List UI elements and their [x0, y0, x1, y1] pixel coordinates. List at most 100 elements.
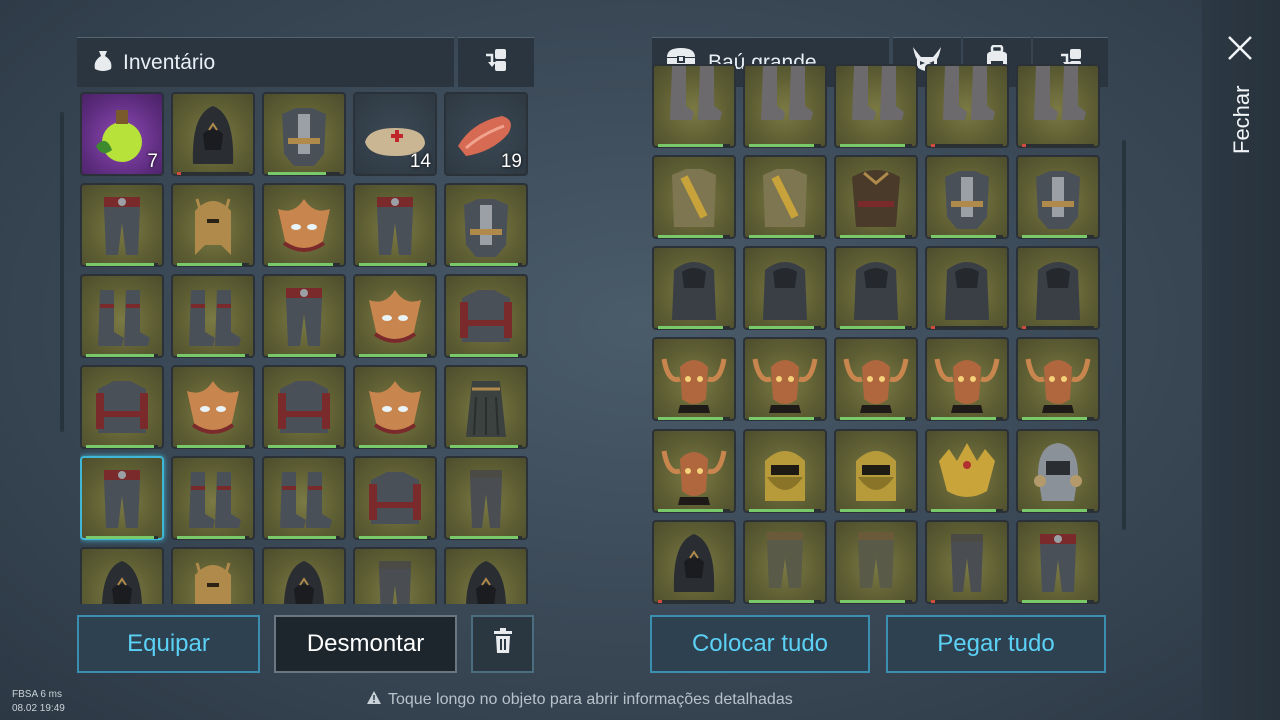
chest-slot[interactable] [743, 64, 827, 148]
chest-slot[interactable] [925, 246, 1009, 331]
put-all-label: Colocar tudo [691, 630, 829, 657]
durability-bar [359, 445, 431, 448]
chest-scrollbar[interactable] [1122, 140, 1126, 530]
chestplate-icon [464, 199, 508, 257]
pants-icon [377, 197, 413, 255]
inventory-slot[interactable] [262, 183, 346, 267]
chest-slot[interactable] [652, 428, 736, 513]
chest-slot[interactable] [834, 519, 918, 604]
chest-slot[interactable] [1016, 337, 1100, 422]
cloak-icon [1036, 262, 1080, 321]
chest-slot[interactable] [834, 428, 918, 513]
chest-slot[interactable] [925, 428, 1009, 513]
hood-icon [102, 561, 142, 604]
inventory-slot[interactable] [80, 274, 164, 358]
inventory-slot[interactable]: 19 [444, 92, 528, 176]
chest-slot[interactable] [1016, 519, 1100, 604]
inventory-slot[interactable] [171, 547, 255, 604]
durability-bar [840, 599, 912, 603]
inventory-slot[interactable] [262, 456, 346, 540]
chest-slot[interactable] [743, 519, 827, 604]
chest-slot[interactable] [743, 428, 827, 513]
chest-slot[interactable] [652, 64, 736, 148]
inventory-slot[interactable] [444, 183, 528, 267]
inventory-slot[interactable] [444, 274, 528, 358]
chest-slot[interactable] [925, 337, 1009, 422]
inventory-title: Inventário [123, 50, 216, 74]
durability-bar [1022, 599, 1094, 603]
chest-slot[interactable] [925, 519, 1009, 604]
chest-slot[interactable] [652, 519, 736, 604]
chest-slot[interactable] [743, 246, 827, 331]
durability-bar [749, 144, 821, 147]
inventory-slot[interactable] [171, 365, 255, 449]
durability-bar [359, 536, 431, 539]
durability-bar [177, 445, 249, 448]
inventory-slot[interactable] [353, 547, 437, 604]
inventory-slot[interactable] [262, 92, 346, 176]
inventory-slot[interactable] [444, 547, 528, 604]
jacket-icon [278, 381, 330, 433]
veil-icon [856, 450, 896, 501]
inventory-slot[interactable] [171, 92, 255, 176]
inventory-slot[interactable] [262, 547, 346, 604]
dismantle-button[interactable]: Desmontar [274, 615, 457, 673]
inventory-slot[interactable] [171, 183, 255, 267]
delete-button[interactable] [471, 615, 534, 673]
inventory-slot[interactable] [353, 274, 437, 358]
inventory-slot[interactable]: 7 [80, 92, 164, 176]
inventory-slot[interactable] [80, 183, 164, 267]
cloak-icon [672, 262, 716, 321]
inventory-slot[interactable] [444, 365, 528, 449]
chest-slot[interactable] [743, 155, 827, 240]
inventory-scrollbar[interactable] [60, 112, 64, 432]
durability-bar [1022, 326, 1094, 330]
inventory-slot[interactable] [171, 274, 255, 358]
warning-icon [366, 690, 382, 710]
chest-slot[interactable] [925, 64, 1009, 148]
chest-slot[interactable] [1016, 155, 1100, 240]
chest-slot[interactable] [834, 64, 918, 148]
chest-slot[interactable] [834, 155, 918, 240]
inventory-slot[interactable] [353, 365, 437, 449]
chest-slot[interactable] [1016, 428, 1100, 513]
chest-slot[interactable] [743, 337, 827, 422]
inventory-slot[interactable] [171, 456, 255, 540]
chest-slot[interactable] [834, 337, 918, 422]
chest-slot[interactable] [925, 155, 1009, 240]
inventory-slot[interactable] [80, 547, 164, 604]
close-label[interactable]: Fechar [1224, 80, 1260, 160]
mask-icon [187, 381, 239, 434]
durability-bar [86, 354, 158, 357]
dismantle-label: Desmontar [306, 630, 425, 657]
inventory-slot[interactable] [353, 183, 437, 267]
hood-icon [466, 561, 506, 604]
demon-head-icon [934, 359, 1000, 414]
chest-slot[interactable] [652, 337, 736, 422]
boots-icon [189, 290, 241, 346]
equip-button[interactable]: Equipar [77, 615, 260, 673]
inventory-slot[interactable] [80, 456, 164, 540]
hint-bar: Toque longo no objeto para abrir informa… [366, 690, 793, 710]
demon-head-icon [843, 359, 909, 414]
chest-slot[interactable] [1016, 64, 1100, 148]
inventory-slot[interactable]: 14 [353, 92, 437, 176]
inventory-sort-button[interactable] [458, 37, 534, 87]
inventory-slot[interactable] [353, 456, 437, 540]
chest-slot[interactable] [652, 246, 736, 331]
inventory-slot[interactable] [80, 365, 164, 449]
chest-slot[interactable] [652, 155, 736, 240]
chest-slot[interactable] [1016, 246, 1100, 331]
inventory-slot[interactable] [262, 365, 346, 449]
chest-slot[interactable] [834, 246, 918, 331]
crown-icon [939, 442, 995, 497]
take-all-button[interactable]: Pegar tudo [886, 615, 1106, 673]
inventory-slot[interactable] [262, 274, 346, 358]
demon-head-icon [752, 359, 818, 414]
item-quantity: 19 [500, 151, 522, 172]
inventory-slot[interactable] [444, 456, 528, 540]
close-icon[interactable] [1226, 34, 1254, 62]
put-all-button[interactable]: Colocar tudo [650, 615, 870, 673]
durability-bar [931, 144, 1003, 147]
perf-readout: FBSA 6 ms 08.02 19:49 [12, 688, 65, 716]
